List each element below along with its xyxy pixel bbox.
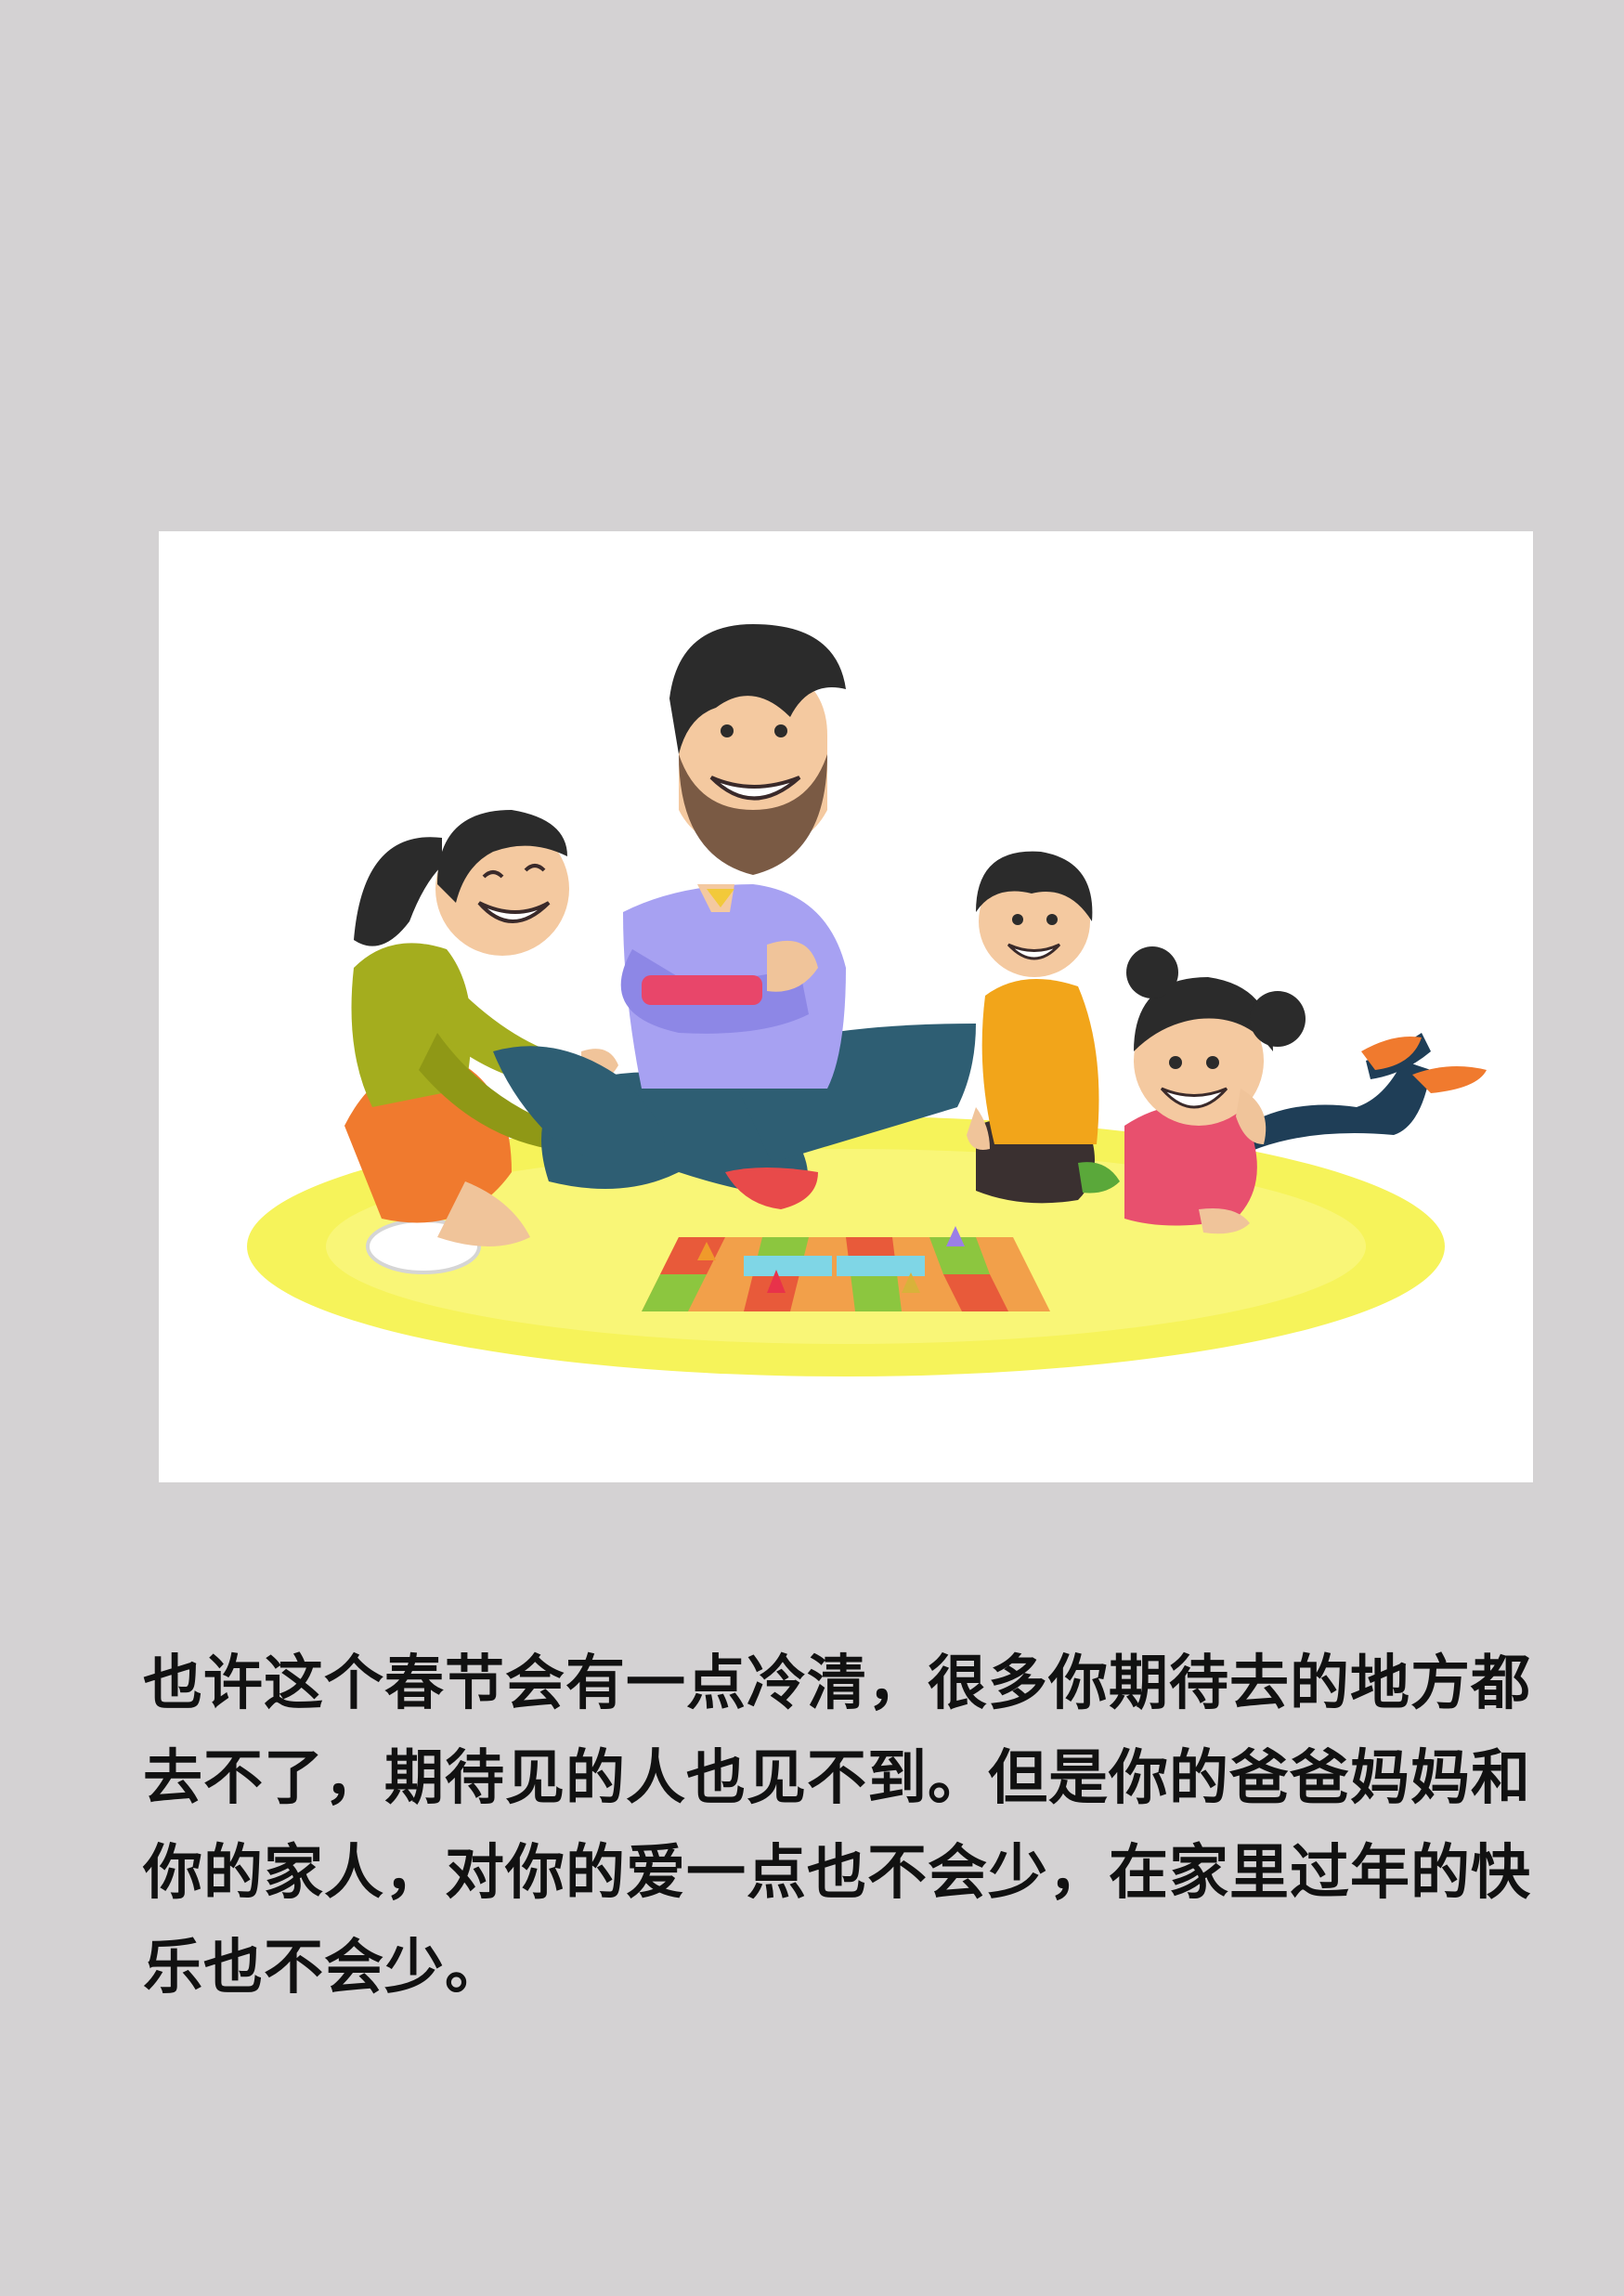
father-figure-icon: [493, 624, 976, 1209]
family-illustration: [159, 531, 1533, 1482]
family-board-game-icon: [247, 624, 1487, 1376]
board-game-icon: [642, 1226, 1050, 1311]
body-paragraph: 也许这个春节会有一点冷清，很多你期待去的地方都去不了，期待见的人也见不到。但是你…: [143, 1650, 1531, 2002]
page: 也许这个春节会有一点冷清，很多你期待去的地方都去不了，期待见的人也见不到。但是你…: [0, 0, 1624, 2296]
